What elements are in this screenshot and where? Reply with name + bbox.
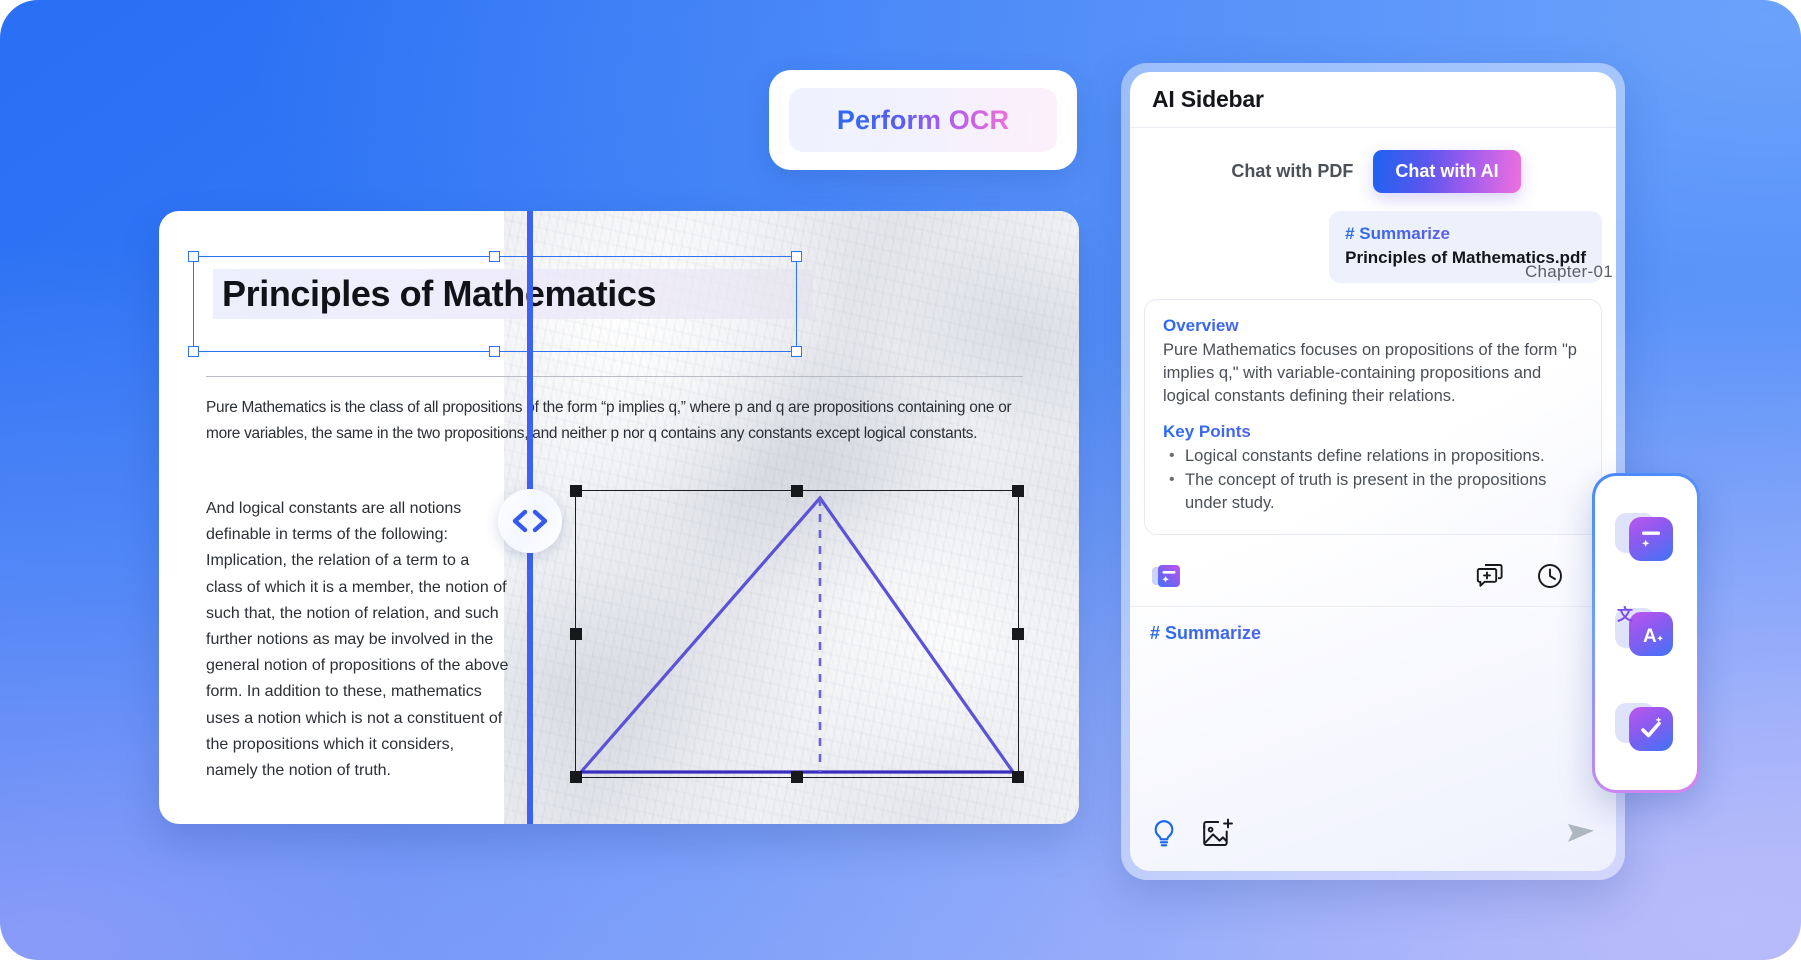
sidebar-toolbar (1130, 551, 1616, 607)
figure-handle-bottom-right[interactable] (1012, 771, 1024, 783)
translate-tool[interactable]: A 文 (1613, 602, 1679, 664)
triangle-figure[interactable] (570, 485, 1024, 783)
ai-assistant-icon[interactable] (1150, 559, 1184, 598)
ai-answer-card: Overview Pure Mathematics focuses on pro… (1144, 299, 1602, 535)
add-image-icon[interactable] (1202, 818, 1234, 853)
resize-handle-top-left[interactable] (188, 251, 199, 262)
proofread-tool[interactable] (1613, 697, 1679, 759)
figure-handle-bottom-center[interactable] (791, 771, 803, 783)
sidebar-tab-bar: Chat with PDF Chat with AI (1130, 128, 1616, 201)
svg-text:A: A (1643, 626, 1657, 647)
figure-handle-bottom-left[interactable] (570, 771, 582, 783)
chapter-label: Chapter-01 (1524, 262, 1613, 281)
perform-ocr-button[interactable]: Perform OCR (789, 88, 1057, 152)
answer-keypoints-heading: Key Points (1163, 422, 1583, 442)
answer-keypoints-list: Logical constants define relations in pr… (1163, 444, 1583, 515)
list-item: The concept of truth is present in the p… (1163, 468, 1583, 515)
title-divider-rule (206, 376, 1023, 377)
chevron-left-right-icon (512, 509, 548, 533)
document-sparkle-icon (1629, 516, 1673, 561)
resize-handle-bottom-right[interactable] (791, 346, 802, 357)
history-clock-icon[interactable] (1536, 562, 1564, 595)
resize-handle-bottom-center[interactable] (489, 346, 500, 357)
document-paragraph-top: Pure Mathematics is the class of all pro… (206, 399, 1012, 442)
sidebar-toolbar-actions (1476, 562, 1616, 595)
figure-selection-frame[interactable] (570, 485, 1024, 783)
new-chat-icon[interactable] (1476, 562, 1504, 595)
ai-sidebar: AI Sidebar Chat with PDF Chat with AI # … (1130, 72, 1616, 871)
send-icon[interactable] (1566, 820, 1596, 851)
message-composer[interactable]: # Summarize (1130, 607, 1616, 871)
composer-tag: # Summarize (1150, 623, 1596, 644)
resize-handle-bottom-left[interactable] (188, 346, 199, 357)
document-paragraph-left: And logical constants are all notions de… (206, 500, 509, 780)
figure-handle-middle-right[interactable] (1012, 628, 1024, 640)
app-background: Perform OCR Chapter-01 Principles of Mat… (0, 0, 1801, 960)
ai-sidebar-panel: AI Sidebar Chat with PDF Chat with AI # … (1121, 63, 1625, 880)
floating-tool-rail: A 文 (1592, 473, 1700, 793)
answer-overview-text: Pure Mathematics focuses on propositions… (1163, 341, 1577, 405)
resize-handle-top-center[interactable] (489, 251, 500, 262)
perform-ocr-card[interactable]: Perform OCR (769, 70, 1077, 170)
resize-handle-top-right[interactable] (791, 251, 802, 262)
tool-rail-inner: A 文 (1595, 476, 1697, 790)
composer-actions (1150, 818, 1596, 853)
summarize-tool[interactable] (1613, 507, 1679, 569)
translate-cjk-glyph: 文 (1613, 602, 1639, 624)
answer-overview-heading: Overview (1163, 316, 1583, 336)
figure-handle-top-right[interactable] (1012, 485, 1024, 497)
svg-text:文: 文 (1617, 605, 1634, 624)
split-drag-handle[interactable] (498, 489, 562, 553)
checkmark-sparkle-icon (1629, 707, 1673, 752)
user-message-tag: # Summarize (1345, 224, 1586, 244)
figure-handle-top-left[interactable] (570, 485, 582, 497)
title-selection-frame[interactable] (188, 251, 802, 357)
perform-ocr-label: Perform OCR (836, 104, 1010, 135)
lightbulb-icon[interactable] (1150, 818, 1178, 853)
sidebar-header: AI Sidebar (1130, 72, 1616, 128)
tab-chat-with-ai[interactable]: Chat with AI (1373, 150, 1521, 193)
tab-chat-with-pdf[interactable]: Chat with PDF (1225, 153, 1359, 190)
figure-handle-middle-left[interactable] (570, 628, 582, 640)
figure-handle-top-center[interactable] (791, 485, 803, 497)
sidebar-title: AI Sidebar (1152, 86, 1264, 112)
list-item: Logical constants define relations in pr… (1163, 444, 1583, 468)
